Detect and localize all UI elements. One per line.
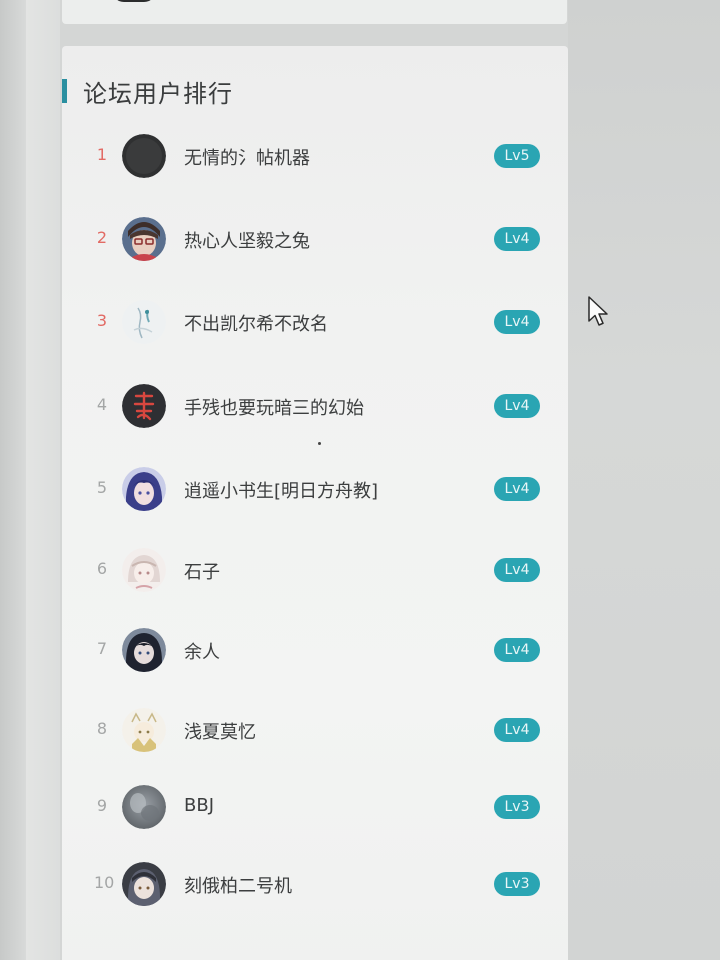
level-badge: Lv4 xyxy=(494,394,540,418)
user-avatar[interactable] xyxy=(122,217,166,261)
previous-card xyxy=(62,0,567,24)
rank-number: 3 xyxy=(96,311,108,330)
user-name[interactable]: 热心人坚毅之兔 xyxy=(184,227,310,253)
user-avatar[interactable] xyxy=(122,785,166,829)
ranking-row[interactable]: 9 BBJ Lv3 xyxy=(62,782,568,832)
panel-title: 论坛用户排行 xyxy=(83,79,233,108)
level-badge: Lv3 xyxy=(494,872,540,896)
user-avatar[interactable] xyxy=(122,134,166,178)
rank-number: 8 xyxy=(96,719,108,738)
level-badge: Lv4 xyxy=(494,718,540,742)
rank-number: 1 xyxy=(96,145,108,164)
rank-number: 7 xyxy=(96,639,108,658)
ranking-row[interactable]: 7 余人 Lv4 xyxy=(62,625,568,675)
rank-number: 2 xyxy=(96,228,108,247)
user-avatar[interactable] xyxy=(122,300,166,344)
level-badge: Lv5 xyxy=(494,144,540,168)
user-name[interactable]: 刻俄柏二号机 xyxy=(184,872,292,898)
user-avatar[interactable] xyxy=(122,384,166,428)
ranking-row[interactable]: 10 刻俄柏二号机 Lv3 xyxy=(62,859,568,909)
user-avatar[interactable] xyxy=(122,708,166,752)
left-column xyxy=(26,0,60,960)
level-badge: Lv4 xyxy=(494,227,540,251)
user-name[interactable]: 不出凯尔希不改名 xyxy=(184,310,328,336)
ranking-row[interactable]: 4 手残也要玩暗三的幻始 Lv4 xyxy=(62,381,568,431)
rank-number: 4 xyxy=(96,395,108,414)
user-avatar[interactable] xyxy=(122,862,166,906)
left-gutter xyxy=(0,0,26,960)
user-avatar[interactable] xyxy=(122,467,166,511)
level-badge: Lv4 xyxy=(494,638,540,662)
mouse-pointer-icon xyxy=(588,296,610,332)
ranking-row[interactable]: 5 逍遥小书生[明日方舟教] Lv4 xyxy=(62,464,568,514)
rank-number: 6 xyxy=(96,559,108,578)
level-badge: Lv3 xyxy=(494,795,540,819)
user-name[interactable]: 无情的氵帖机器 xyxy=(184,144,310,170)
rank-number: 10 xyxy=(94,873,115,892)
title-accent-bar xyxy=(62,79,67,103)
user-name[interactable]: 石子 xyxy=(184,558,220,584)
avatar xyxy=(112,0,156,2)
ranking-row[interactable]: 3 不出凯尔希不改名 Lv4 xyxy=(62,297,568,347)
user-ranking-panel: 论坛用户排行 1 无情的氵帖机器 Lv5 2 热心人坚毅之兔 Lv4 3 不出凯… xyxy=(62,46,568,960)
level-badge: Lv4 xyxy=(494,558,540,582)
panel-header: 论坛用户排行 xyxy=(62,76,233,108)
level-badge: Lv4 xyxy=(494,310,540,334)
right-background xyxy=(568,0,720,960)
user-name[interactable]: 逍遥小书生[明日方舟教] xyxy=(184,477,378,503)
screen-speck xyxy=(318,442,321,445)
ranking-row[interactable]: 8 浅夏莫忆 Lv4 xyxy=(62,705,568,755)
ranking-row[interactable]: 6 石子 Lv4 xyxy=(62,545,568,595)
rank-number: 9 xyxy=(96,796,108,815)
user-avatar[interactable] xyxy=(122,548,166,592)
rank-number: 5 xyxy=(96,478,108,497)
level-badge: Lv4 xyxy=(494,477,540,501)
user-name[interactable]: 余人 xyxy=(184,638,220,664)
user-avatar[interactable] xyxy=(122,628,166,672)
user-name[interactable]: BBJ xyxy=(184,795,214,816)
user-name[interactable]: 浅夏莫忆 xyxy=(184,718,256,744)
ranking-row[interactable]: 2 热心人坚毅之兔 Lv4 xyxy=(62,214,568,264)
ranking-row[interactable]: 1 无情的氵帖机器 Lv5 xyxy=(62,131,568,181)
user-name[interactable]: 手残也要玩暗三的幻始 xyxy=(184,394,364,420)
